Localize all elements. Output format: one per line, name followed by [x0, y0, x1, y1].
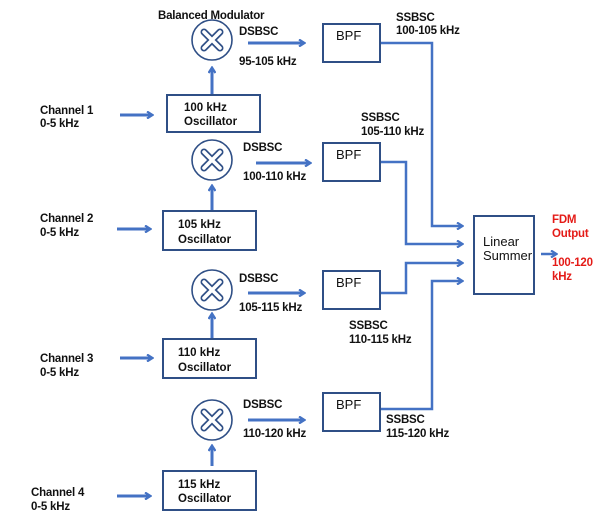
oscillator-1-freq: 100 kHz: [184, 102, 227, 114]
oscillator-4: 115 kHz Oscillator: [162, 470, 257, 511]
ssbsc-3-band: 110-115 kHz: [349, 334, 412, 346]
oscillator-3: 110 kHz Oscillator: [162, 338, 257, 379]
oscillator-3-freq: 110 kHz: [178, 347, 221, 359]
ssbsc-2-label: SSBSC: [361, 112, 400, 124]
fdm-output-line1: FDM: [552, 214, 577, 226]
oscillator-2-label: Oscillator: [178, 234, 232, 246]
bpf-3-to-summer-line: [380, 263, 462, 295]
channel-1-name: Channel 1: [40, 105, 94, 117]
ssbsc-2-band: 105-110 kHz: [361, 126, 425, 138]
oscillator-1: 100 kHz Oscillator: [166, 94, 261, 133]
summer-label-line2: Summer: [483, 248, 533, 263]
bpf-1-label: BPF: [336, 28, 362, 43]
bpf-3: BPF: [322, 270, 381, 310]
oscillator-1-label: Oscillator: [184, 116, 238, 128]
channel-1-band: 0-5 kHz: [40, 118, 79, 130]
oscillator-4-freq: 115 kHz: [178, 479, 221, 491]
fdm-output-band-line1: 100-120: [552, 257, 593, 269]
ssbsc-1-band: 100-105 kHz: [396, 25, 460, 37]
oscillator-4-label: Oscillator: [178, 493, 232, 505]
bpf-2-to-summer-line: [380, 160, 462, 244]
balanced-modulator-2: [191, 139, 233, 181]
dsbsc-1-band: 95-105 kHz: [239, 56, 297, 68]
channel-4-name: Channel 4: [31, 487, 85, 499]
channel-3-name: Channel 3: [40, 353, 94, 365]
dsbsc-4-band: 110-120 kHz: [243, 428, 307, 440]
channel-2-band: 0-5 kHz: [40, 227, 79, 239]
fdm-output-band-line2: kHz: [552, 271, 572, 283]
bpf-2-label: BPF: [336, 147, 362, 162]
ssbsc-3-label: SSBSC: [349, 320, 388, 332]
summer-label-line1: Linear: [483, 234, 520, 249]
balanced-modulator-1: [191, 19, 233, 61]
dsbsc-2-band: 100-110 kHz: [243, 171, 307, 183]
ssbsc-4-label: SSBSC: [386, 414, 425, 426]
ssbsc-1-label: SSBSC: [396, 12, 435, 24]
linear-summer: Linear Summer: [473, 215, 535, 295]
oscillator-2: 105 kHz Oscillator: [162, 210, 257, 251]
channel-2-name: Channel 2: [40, 213, 94, 225]
dsbsc-2-label: DSBSC: [243, 142, 283, 154]
channel-4-band: 0-5 kHz: [31, 501, 70, 513]
balanced-modulator-title: Balanced Modulator: [158, 10, 265, 22]
oscillator-3-label: Oscillator: [178, 362, 232, 374]
fdm-output-line2: Output: [552, 228, 589, 240]
dsbsc-4-label: DSBSC: [243, 399, 283, 411]
bpf-3-label: BPF: [336, 275, 362, 290]
bpf-4: BPF: [322, 392, 381, 432]
bpf-1: BPF: [322, 23, 381, 63]
balanced-modulator-3: [191, 269, 233, 311]
balanced-modulator-4: [191, 399, 233, 441]
oscillator-2-freq: 105 kHz: [178, 219, 221, 231]
ssbsc-4-band: 115-120 kHz: [386, 428, 450, 440]
dsbsc-3-label: DSBSC: [239, 273, 279, 285]
channel-3-band: 0-5 kHz: [40, 367, 79, 379]
dsbsc-3-band: 105-115 kHz: [239, 302, 303, 314]
bpf-4-label: BPF: [336, 397, 362, 412]
bpf-2: BPF: [322, 142, 381, 182]
dsbsc-1-label: DSBSC: [239, 26, 279, 38]
